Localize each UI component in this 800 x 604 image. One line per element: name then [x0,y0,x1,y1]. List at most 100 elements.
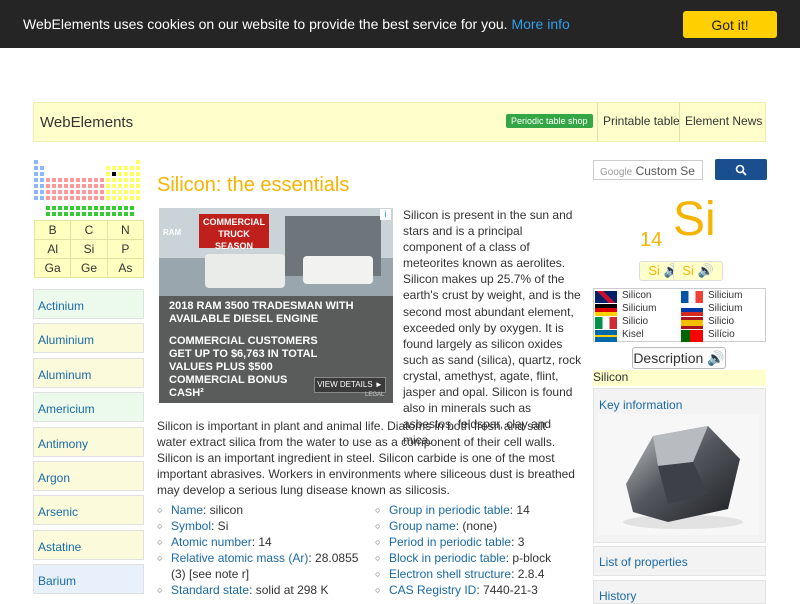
neighbour-element-b[interactable]: B [33,220,72,240]
language-name: Silicio [708,316,735,327]
periodic-cell [112,206,116,210]
periodic-cell [112,166,116,170]
periodic-cell [58,178,62,182]
periodic-cell [46,196,50,200]
property-item: Group name: (none) [375,519,575,535]
periodic-cell [88,212,92,216]
pronounce-button-2[interactable]: Si 🔊 [673,261,723,281]
periodic-cell [58,212,62,216]
ad-view-details-button[interactable]: VIEW DETAILS ► [314,377,386,393]
history-link[interactable]: History [599,589,636,603]
periodic-cell [46,212,50,216]
periodic-cell [136,160,140,164]
periodic-cell [58,190,62,194]
ram-logo: RAM [163,228,182,237]
property-link[interactable]: CAS Registry ID [389,583,476,597]
periodic-cell [124,178,128,182]
periodic-table-thumbnail[interactable] [34,160,144,218]
periodic-cell [58,206,62,210]
periodic-cell [136,184,140,188]
periodic-cell [64,206,68,210]
neighbour-element-si[interactable]: Si [70,239,108,259]
periodic-cell [46,190,50,194]
periodic-cell [76,178,80,182]
neighbour-element-al[interactable]: Al [33,239,72,259]
property-link[interactable]: Atomic number [171,535,252,549]
periodic-cell [40,190,44,194]
property-value: : solid at 298 K [249,582,329,597]
property-link[interactable]: Relative atomic mass (Ar) [171,551,308,565]
property-link[interactable]: Name [171,503,203,517]
got-it-button[interactable]: Got it! [683,11,777,38]
periodic-cell [100,196,104,200]
printable-table-link[interactable]: Printable table [603,114,680,128]
element-list-item[interactable]: Americium [33,392,144,423]
property-link[interactable]: Standard state [171,583,249,597]
property-link[interactable]: Group in periodic table [389,503,510,517]
language-name: Silicon [622,290,652,301]
neighbour-element-c[interactable]: C [70,220,108,240]
search-button[interactable] [715,159,767,180]
language-names: Silicon Silicium Silicium Silicium Silicio Si… [593,288,766,342]
property-value: : 3 [511,534,525,549]
periodic-cell [70,190,74,194]
property-link[interactable]: Period in periodic table [389,535,511,549]
element-list-item[interactable]: Arsenic [33,495,144,526]
page-title: Silicon: the essentials [157,174,350,196]
element-list-item[interactable]: Antimony [33,426,144,457]
element-list-item[interactable]: Argon [33,460,144,491]
more-info-link[interactable]: More info [511,16,569,32]
periodic-cell [82,212,86,216]
periodic-cell [34,172,38,176]
properties-list-right: Group in periodic table: 14Group name: (… [375,503,575,598]
neighbour-element-ga[interactable]: Ga [33,258,72,278]
periodic-cell [100,178,104,182]
property-item: Atomic number: 14 [157,535,367,551]
ad-legal[interactable]: LEGAL [365,392,384,398]
property-value: : Si [211,518,229,533]
periodic-cell [94,190,98,194]
nav-divider [597,103,598,141]
nav-divider [679,103,680,141]
neighbour-element-ge[interactable]: Ge [70,258,108,278]
periodic-cell [64,212,68,216]
periodic-cell [70,212,74,216]
ad-badge-line: COMMERCIAL [203,217,265,227]
periodic-cell [94,206,98,210]
ad-info-icon[interactable]: i [380,209,391,220]
site-brand[interactable]: WebElements [40,114,133,131]
periodic-cell [124,196,128,200]
periodic-cell [46,206,50,210]
element-news-link[interactable]: Element News [685,114,762,128]
periodic-cell [94,212,98,216]
element-list-item[interactable]: Barium [33,564,144,595]
advertisement[interactable]: COMMERCIAL TRUCK SEASON RAM i 2018 RAM 3… [159,208,393,403]
property-link[interactable]: Group name [389,519,456,533]
periodic-cell [112,172,116,176]
periodic-cell [64,178,68,182]
element-list-item[interactable]: Actinium [33,289,144,319]
neighbour-element-p[interactable]: P [106,239,145,259]
property-link[interactable]: Electron shell structure [389,567,511,581]
property-item: Block in periodic table: p-block [375,551,575,567]
periodic-table-shop-button[interactable]: Periodic table shop [506,114,593,128]
periodic-cell [124,172,128,176]
neighbour-element-n[interactable]: N [106,220,145,240]
key-information-link[interactable]: Key information [599,398,682,412]
list-of-properties-panel: List of properties [593,546,766,576]
property-value: : p-block [505,550,552,565]
language-name: Silicio [622,316,649,327]
element-list-item[interactable]: Aluminum [33,357,144,388]
periodic-cell [88,178,92,182]
description-audio-button[interactable]: Description 🔊 [632,347,726,369]
property-link[interactable]: Block in periodic table [389,551,506,565]
periodic-cell [136,166,140,170]
periodic-cell [124,206,128,210]
element-list-item[interactable]: Aluminium [33,323,144,354]
element-list-item[interactable]: Astatine [33,529,144,560]
property-link[interactable]: Symbol [171,519,211,533]
search-input[interactable]: Google Custom Se [593,160,703,180]
neighbour-element-as[interactable]: As [106,258,145,278]
list-of-properties-link[interactable]: List of properties [599,555,688,569]
periodic-cell [118,196,122,200]
